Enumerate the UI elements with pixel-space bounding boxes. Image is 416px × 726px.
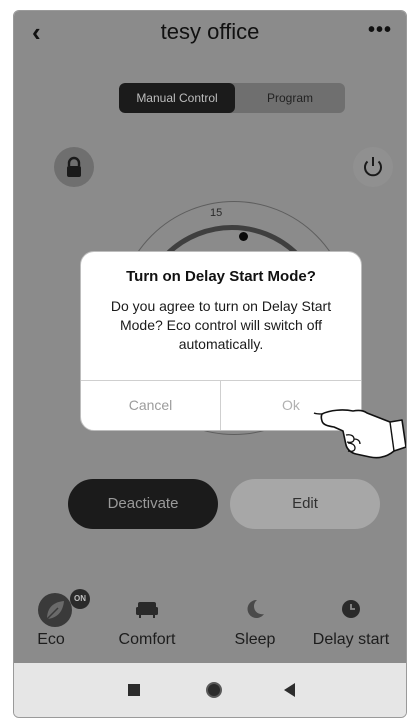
cancel-button[interactable]: Cancel <box>81 381 220 430</box>
mode-comfort-label: Comfort <box>118 631 176 648</box>
tab-manual-control[interactable]: Manual Control <box>119 83 235 113</box>
home-button[interactable] <box>206 682 222 698</box>
phone-screen: ‹ tesy office ••• Manual Control Program… <box>13 10 407 718</box>
eco-on-badge: ON <box>70 589 90 609</box>
mode-delay-start-label: Delay start <box>312 631 390 648</box>
moon-icon <box>247 599 264 618</box>
dial-handle[interactable] <box>239 232 248 241</box>
leaf-icon <box>38 593 72 627</box>
mode-eco-label: Eco <box>37 631 65 648</box>
mode-segmented-control: Manual Control Program <box>119 83 345 113</box>
clock-icon <box>342 600 360 618</box>
pointing-hand-icon <box>313 409 406 459</box>
power-button[interactable] <box>353 147 393 187</box>
dial-tick-label: 15 <box>210 207 223 219</box>
back-nav-button[interactable] <box>284 683 295 697</box>
dialog-message: Do you agree to turn on Delay Start Mode… <box>110 298 332 352</box>
app-header: ‹ tesy office ••• <box>14 11 406 55</box>
mode-sleep-label: Sleep <box>234 631 276 648</box>
lock-icon <box>67 156 81 177</box>
edit-button[interactable]: Edit <box>230 479 380 529</box>
recent-apps-button[interactable] <box>128 684 140 696</box>
deactivate-button[interactable]: Deactivate <box>68 479 218 529</box>
dialog-title: Turn on Delay Start Mode? <box>126 268 316 285</box>
sofa-icon <box>136 602 158 618</box>
more-horizontal-icon[interactable]: ••• <box>368 19 392 42</box>
lock-button[interactable] <box>54 147 94 187</box>
tab-program[interactable]: Program <box>235 83 345 113</box>
system-nav-bar <box>14 663 406 717</box>
power-icon <box>364 157 382 177</box>
page-title: tesy office <box>160 19 260 44</box>
